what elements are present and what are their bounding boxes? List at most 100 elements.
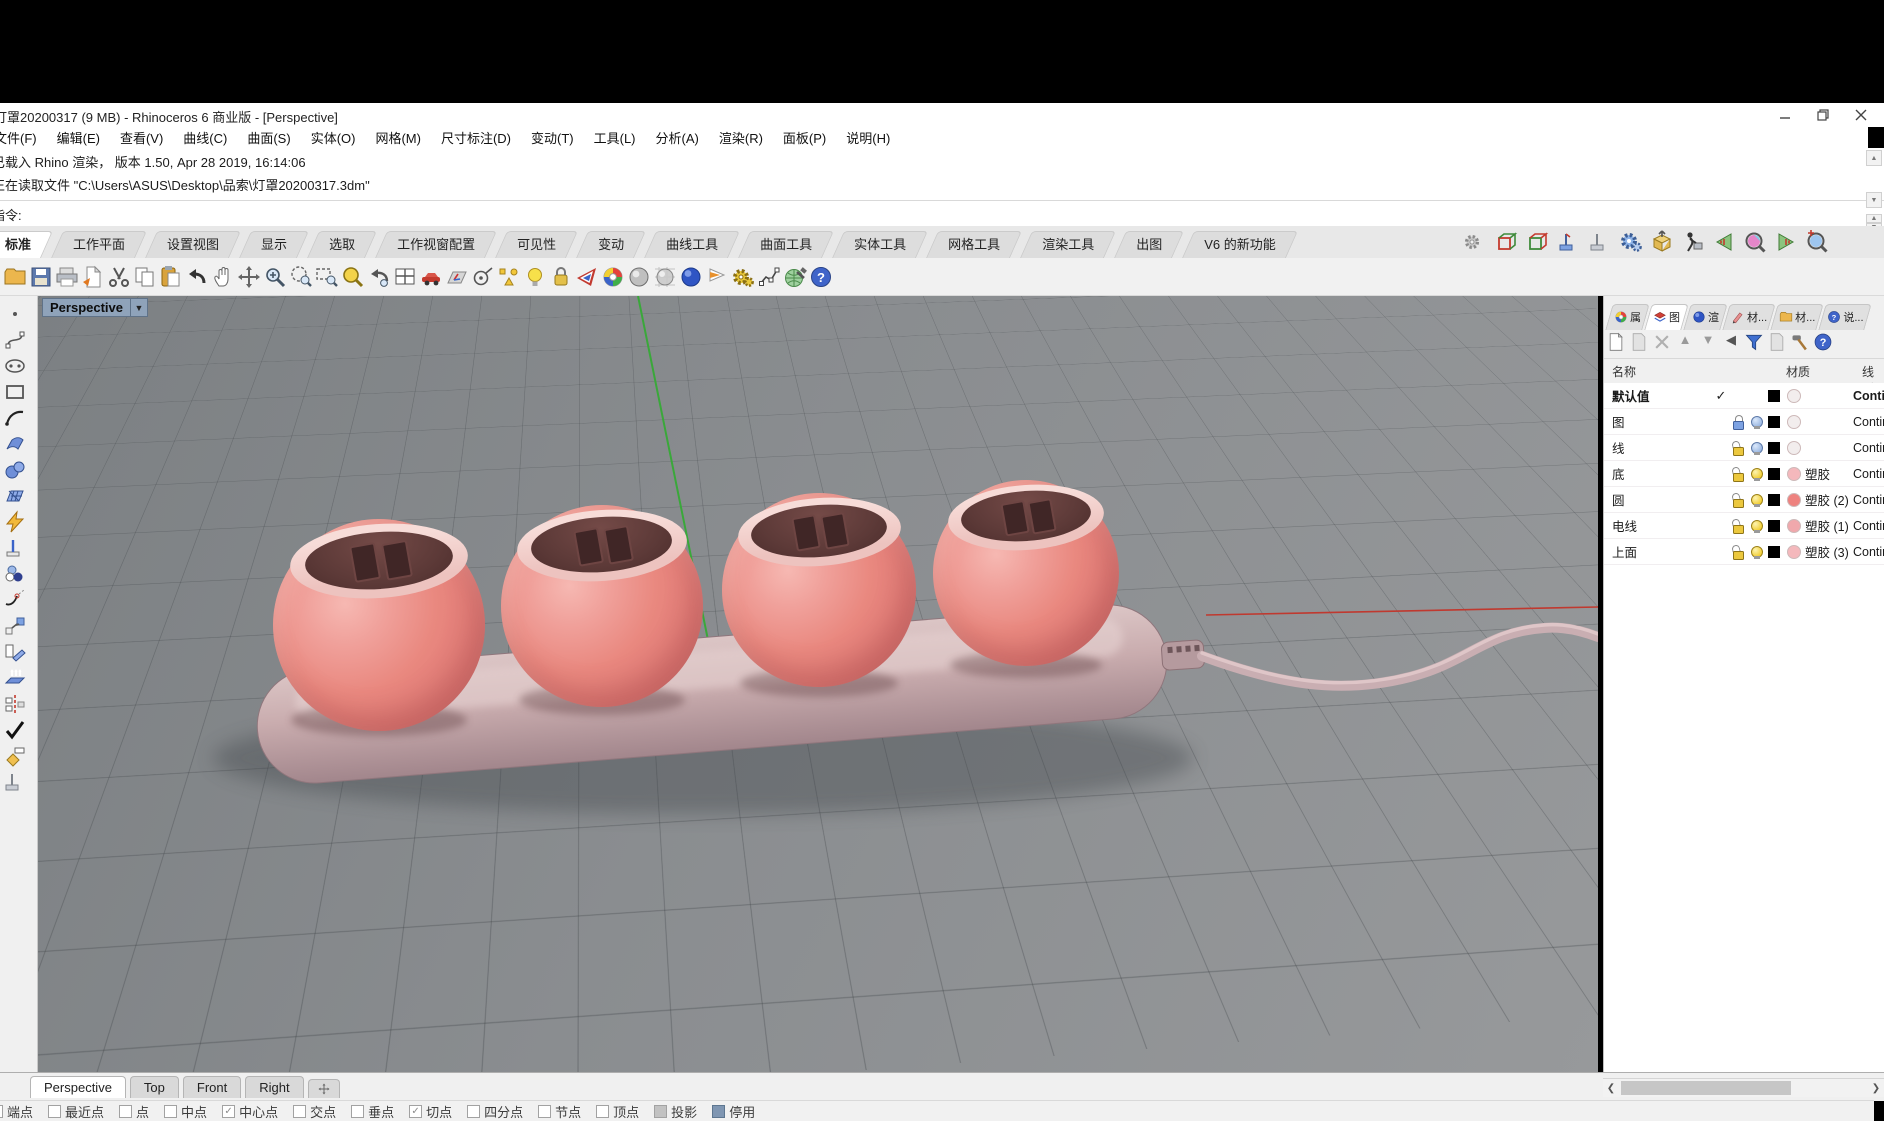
viewport-tab-right[interactable]: Right [245, 1076, 303, 1098]
layer-name[interactable]: 底 [1604, 464, 1710, 483]
options-icon[interactable] [731, 265, 755, 289]
material-cell[interactable] [1787, 389, 1853, 403]
menu-dimension[interactable]: 尺寸标注(D) [431, 128, 521, 147]
viewport-tab-perspective[interactable]: Perspective [30, 1076, 126, 1098]
layer-color-swatch[interactable] [1768, 442, 1787, 454]
menu-curve[interactable]: 曲线(C) [173, 128, 237, 147]
tab-v6-new-features[interactable]: V6 的新功能 [1183, 231, 1297, 258]
move-icon[interactable] [2, 614, 28, 638]
record-history-icon[interactable] [757, 265, 781, 289]
rotate-view-icon[interactable] [237, 265, 261, 289]
osnap-perpendicular[interactable]: 垂点 [351, 1102, 394, 1121]
tab-library[interactable]: 材... [1773, 304, 1821, 330]
checkbox[interactable] [351, 1105, 364, 1118]
layer-name[interactable]: 线 [1604, 438, 1710, 457]
osnap-quadrant[interactable]: 四分点 [467, 1102, 523, 1121]
tab-layers[interactable]: 图 [1647, 304, 1686, 330]
menu-analyze[interactable]: 分析(A) [646, 128, 709, 147]
tab-setview[interactable]: 设置视图 [146, 231, 240, 258]
play-back-icon[interactable] [1712, 230, 1736, 254]
paste-icon[interactable] [159, 265, 183, 289]
arc-icon[interactable] [2, 406, 28, 430]
viewport-tab-top[interactable]: Top [130, 1076, 179, 1098]
spotlight-icon[interactable] [705, 265, 729, 289]
help-icon[interactable] [1813, 332, 1833, 352]
osnap-center[interactable]: 中心点 [222, 1102, 278, 1121]
point-objects-icon[interactable] [497, 265, 521, 289]
tab-curve-tools[interactable]: 曲线工具 [645, 231, 739, 258]
checkbox[interactable] [467, 1105, 480, 1118]
cplane-map-icon[interactable] [445, 265, 469, 289]
delete-layer-icon[interactable] [1652, 332, 1672, 352]
rotate-cube-icon[interactable] [1495, 230, 1519, 254]
material-cell[interactable] [1787, 441, 1853, 455]
zoom-extents-icon[interactable] [341, 265, 365, 289]
unroll-box-icon[interactable] [1650, 230, 1674, 254]
linetype-cell[interactable]: Continuous [1853, 519, 1884, 533]
linetype-cell[interactable]: Continuous [1853, 389, 1884, 403]
layer-tools-icon[interactable] [1790, 332, 1810, 352]
pan-icon[interactable] [211, 265, 235, 289]
new-viewport-tab[interactable] [308, 1079, 340, 1098]
menu-edit[interactable]: 编辑(E) [47, 128, 110, 147]
bulb-icon[interactable] [1750, 519, 1763, 533]
shaded-mode-icon[interactable] [627, 265, 651, 289]
cplane-gray-icon[interactable] [1588, 230, 1612, 254]
new-sublayer-icon[interactable] [1629, 332, 1649, 352]
ellipse-icon[interactable] [2, 354, 28, 378]
cplane-alt-icon[interactable] [2, 770, 28, 794]
cplane-icon[interactable] [2, 536, 28, 560]
layer-color-swatch[interactable] [1768, 520, 1787, 532]
tab-select[interactable]: 选取 [308, 231, 376, 258]
material-cell[interactable]: 塑胶 [1787, 464, 1853, 483]
new-layer-icon[interactable] [1606, 332, 1626, 352]
lamp-sphere-2[interactable] [501, 505, 703, 707]
new-file-icon[interactable] [81, 265, 105, 289]
worker-icon[interactable] [1681, 230, 1705, 254]
rendered-mode-icon[interactable] [601, 265, 625, 289]
lock-icon[interactable] [1732, 467, 1745, 481]
tab-solid-tools[interactable]: 实体工具 [833, 231, 927, 258]
explode-icon[interactable] [2, 510, 28, 534]
center-snap-icon[interactable] [471, 265, 495, 289]
tab-properties[interactable]: 属 [1608, 304, 1647, 330]
control-point-curve-icon[interactable] [2, 328, 28, 352]
command-prompt[interactable]: 指令: [0, 205, 22, 224]
extend-curve-icon[interactable] [2, 588, 28, 612]
lock-icon[interactable] [1732, 545, 1745, 559]
tab-viewport-layout[interactable]: 工作视窗配置 [376, 231, 496, 258]
annotate-tag-icon[interactable] [2, 744, 28, 768]
checkbox[interactable] [164, 1105, 177, 1118]
layer-color-swatch[interactable] [1768, 468, 1787, 480]
tab-surface-tools[interactable]: 曲面工具 [739, 231, 833, 258]
spinner-up-icon[interactable]: ▲ [1866, 214, 1882, 223]
bulb-icon[interactable] [1750, 493, 1763, 507]
layer-name[interactable]: 默认值 [1604, 386, 1710, 405]
cut-icon[interactable] [107, 265, 131, 289]
checkbox[interactable] [48, 1105, 61, 1118]
zoom-circle-icon[interactable] [289, 265, 313, 289]
group-icon[interactable] [2, 562, 28, 586]
undo-view-icon[interactable] [367, 265, 391, 289]
viewport-title-dropdown-icon[interactable]: ▼ [131, 298, 148, 317]
trim-icon[interactable] [2, 640, 28, 664]
extrude-icon[interactable] [2, 666, 28, 690]
current-layer-check[interactable] [1710, 388, 1732, 404]
move-layer-left-icon[interactable]: ◀ [1721, 332, 1741, 352]
layer-row[interactable]: 图 Continuous [1604, 409, 1884, 435]
material-cell[interactable]: 塑胶 (2) [1787, 490, 1853, 509]
lamp-sphere-3[interactable] [722, 493, 916, 687]
osnap-project[interactable]: 投影 [654, 1102, 697, 1121]
bulb-icon[interactable] [1750, 441, 1763, 455]
menu-solid[interactable]: 实体(O) [301, 128, 366, 147]
menu-help[interactable]: 说明(H) [836, 128, 900, 147]
menu-render[interactable]: 渲染(R) [709, 128, 773, 147]
recent-commands-icon[interactable] [419, 265, 443, 289]
help-icon[interactable] [809, 265, 833, 289]
osnap-near[interactable]: 最近点 [48, 1102, 104, 1121]
settings-gears-icon[interactable] [1619, 230, 1643, 254]
tab-options-gear-icon[interactable] [1462, 232, 1482, 252]
checkbox[interactable] [538, 1105, 551, 1118]
viewport-title-label[interactable]: Perspective [42, 298, 131, 317]
tab-drafting[interactable]: 出图 [1115, 231, 1183, 258]
